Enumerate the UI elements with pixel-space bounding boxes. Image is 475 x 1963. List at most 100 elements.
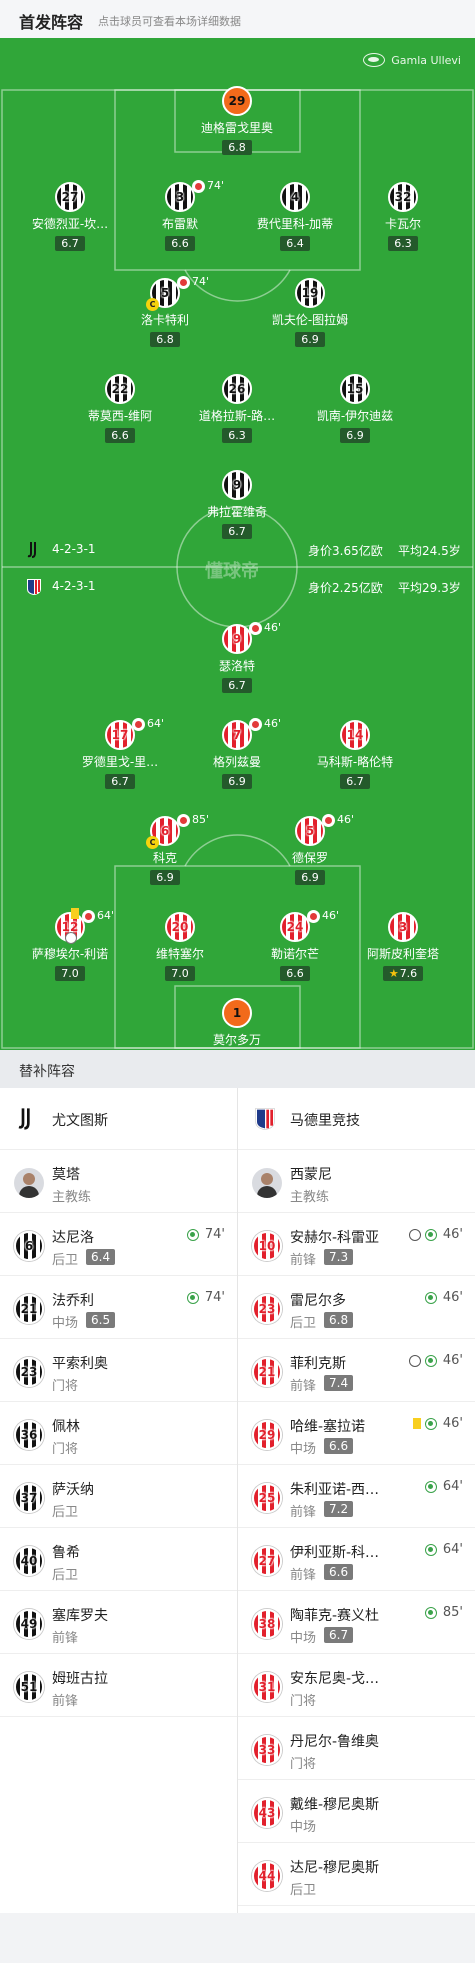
sub-player-row[interactable]: 27 伊利亚斯-科… 前锋 6.6 64' [238, 1528, 475, 1591]
home-player[interactable]: 27 安德烈亚-坎… 6.7 [15, 182, 125, 251]
player-position: 前锋 [52, 1694, 79, 1709]
sub-time: 85' [192, 813, 210, 826]
player-name: 雷尼尔多 [290, 1293, 346, 1309]
sub-time: 64' [147, 717, 165, 730]
sub-player-row[interactable]: 51 姆班古拉 前锋 [0, 1654, 237, 1717]
home-player[interactable]: 22 蒂莫西-维阿 6.6 [65, 374, 175, 443]
away-player[interactable]: 24 46' 勒诺尔芒 6.6 [240, 909, 350, 981]
sub-player-row[interactable]: 49 塞库罗夫 前锋 [0, 1591, 237, 1654]
away-player[interactable]: 9 46' 瑟洛特 6.7 [182, 621, 292, 693]
player-number: 4 [290, 190, 300, 204]
away-player[interactable]: 12 64' 萨穆埃尔-利诺 7.0 [15, 908, 125, 981]
player-number: 33 [258, 1743, 276, 1757]
player-name: 达尼洛 [52, 1230, 94, 1246]
sub-player-row[interactable]: 43 戴维-穆尼奥斯 中场 [238, 1780, 475, 1843]
home-player[interactable]: 32 卡瓦尔 6.3 [348, 182, 458, 251]
away-player[interactable]: 20 维特塞尔 7.0 [125, 912, 235, 981]
sub-player-row[interactable]: 31 安东尼奥-戈… 门将 [238, 1654, 475, 1717]
home-subs-column: 尤文图斯 莫塔 主教练 6 达尼洛 后卫 6.4 74' 21 法乔利 中场 6.5 74' 23 平… [0, 1088, 237, 1717]
home-team-row[interactable]: 尤文图斯 [0, 1088, 237, 1150]
player-number: 1 [232, 1006, 242, 1020]
player-rating: 6.9 [295, 870, 325, 885]
player-rating: 6.6 [105, 428, 135, 443]
player-position: 中场 [290, 1820, 317, 1835]
player-number-badge: 5 46' [295, 813, 354, 846]
player-position: 门将 [290, 1694, 317, 1709]
sub-player-row[interactable]: 38 陶菲克-赛义杜 中场 6.7 85' [238, 1591, 475, 1654]
sub-on-icon [425, 1544, 437, 1556]
sub-player-row[interactable]: 21 法乔利 中场 6.5 74' [0, 1276, 237, 1339]
away-player[interactable]: 1莫尔多万7.2 [182, 998, 292, 1050]
home-player[interactable]: 29 迪格雷戈里奥 6.8 [182, 86, 292, 155]
player-number: 3 [398, 920, 408, 934]
sub-player-row[interactable]: 40 鲁希 后卫 [0, 1528, 237, 1591]
away-coach-row[interactable]: 西蒙尼 主教练 [238, 1150, 475, 1213]
away-player[interactable]: 7 46' 格列兹曼 6.9 [182, 717, 292, 789]
sub-player-row[interactable]: 44 达尼-穆尼奥斯 后卫 [238, 1843, 475, 1906]
player-number-badge: 43 [252, 1798, 282, 1828]
sub-player-row[interactable]: 23 平索利奥 门将 [0, 1339, 237, 1402]
sub-player-row[interactable]: 37 萨沃纳 后卫 [0, 1465, 237, 1528]
sub-player-row[interactable]: 29 哈维-塞拉诺 中场 6.6 46' [238, 1402, 475, 1465]
home-player[interactable]: 15 凯南-伊尔迪兹 6.9 [300, 374, 410, 443]
player-name: 安东尼奥-戈… [290, 1671, 380, 1687]
sub-time: 85' [442, 1605, 463, 1620]
home-player[interactable]: 3 74' 布雷默 6.6 [125, 179, 235, 251]
home-player[interactable]: 19 凯夫伦-图拉姆 6.9 [255, 278, 365, 347]
home-player[interactable]: 4 费代里科-加蒂 6.4 [240, 182, 350, 251]
player-rating: 6.7 [222, 678, 252, 693]
sub-off-icon [307, 910, 320, 923]
sub-player-row[interactable]: 36 佩林 门将 [0, 1402, 237, 1465]
sub-off-icon [82, 910, 95, 923]
home-player[interactable]: 26 道格拉斯-路… 6.3 [182, 374, 292, 443]
yellow-card-icon [413, 1418, 421, 1429]
player-name: 朱利亚诺-西… [290, 1482, 380, 1498]
sub-player-row[interactable]: 25 朱利亚诺-西… 前锋 7.2 64' [238, 1465, 475, 1528]
player-number-badge: 14 [340, 720, 370, 750]
away-team-row[interactable]: 马德里竞技 [238, 1088, 475, 1150]
sub-time: 64' [442, 1542, 463, 1557]
player-number: 43 [258, 1806, 276, 1820]
coach-role: 主教练 [52, 1190, 92, 1205]
home-coach-row[interactable]: 莫塔 主教练 [0, 1150, 237, 1213]
player-number: 19 [301, 286, 319, 300]
sub-on-icon [425, 1355, 437, 1367]
player-number-badge: 20 [165, 912, 195, 942]
subs-title: 替补阵容 [19, 1064, 75, 1080]
player-number-badge: 22 [105, 374, 135, 404]
player-rating-value: 6.9 [301, 871, 319, 884]
player-name: 伊利亚斯-科… [290, 1545, 380, 1561]
away-player[interactable]: 5 46' 德保罗 6.9 [255, 813, 365, 885]
sub-player-row[interactable]: 23 雷尼尔多 后卫 6.8 46' [238, 1276, 475, 1339]
sub-off-icon [192, 180, 205, 193]
player-number: 6 [24, 1239, 34, 1253]
home-player[interactable]: 9 弗拉霍维奇 6.7 [182, 470, 292, 539]
player-name: 萨穆埃尔-利诺 [31, 947, 109, 961]
player-number: 10 [258, 1239, 276, 1253]
page-header: 首发阵容 点击球员可查看本场详细数据 [0, 0, 475, 38]
away-player[interactable]: 6 85' C 科克 6.9 [110, 813, 220, 885]
player-rating: ★7.6 [382, 966, 424, 981]
home-player[interactable]: 5 74' C 洛卡特利 6.8 [110, 275, 220, 347]
coach-name: 莫塔 [52, 1167, 80, 1183]
player-number-badge: 9 [222, 470, 252, 500]
away-team-name: 马德里竞技 [290, 1113, 360, 1129]
player-number-badge: 37 [14, 1483, 44, 1513]
sub-player-row[interactable]: 6 达尼洛 后卫 6.4 74' [0, 1213, 237, 1276]
sub-player-row[interactable]: 33 丹尼尔-鲁维奥 门将 [238, 1717, 475, 1780]
away-player[interactable]: 17 64' 罗德里戈-里… 6.7 [65, 717, 175, 789]
away-player[interactable]: 3 阿斯皮利奎塔 ★7.6 [348, 912, 458, 981]
sub-player-row[interactable]: 10 安赫尔-科雷亚 前锋 7.3 46' [238, 1213, 475, 1276]
player-number-badge: 24 46' [280, 909, 339, 942]
atletico-logo-icon [255, 1108, 275, 1131]
away-player[interactable]: 14 马科斯-略伦特 6.7 [300, 720, 410, 789]
venue-name: Gamla Ullevi [391, 54, 461, 67]
sub-time: 46' [264, 621, 282, 634]
sub-off-icon [177, 814, 190, 827]
player-number-badge: 27 [55, 182, 85, 212]
sub-player-row[interactable]: 21 菲利克斯 前锋 7.4 46' [238, 1339, 475, 1402]
sub-time: 74' [207, 179, 225, 192]
player-name: 姆班古拉 [52, 1671, 108, 1687]
player-number: 49 [20, 1617, 38, 1631]
away-value: 身价2.25亿欧 [308, 581, 383, 595]
